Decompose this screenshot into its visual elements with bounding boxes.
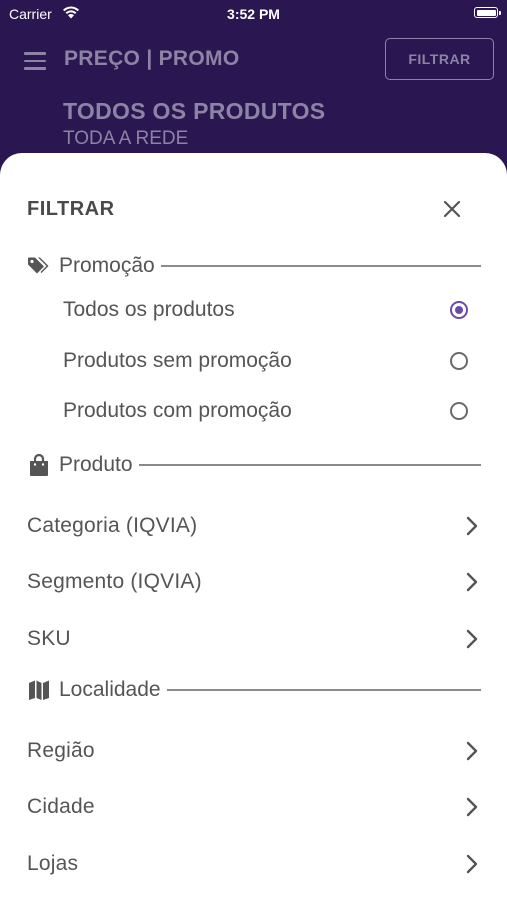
hamburger-menu-icon[interactable] <box>24 52 46 75</box>
nav-item-label: Categoria (IQVIA) <box>27 514 198 537</box>
radio-button[interactable] <box>450 352 468 370</box>
nav-item-label: Cidade <box>27 795 95 818</box>
page-title: PREÇO | PROMO <box>64 47 240 70</box>
shopping-bag-icon <box>27 453 51 477</box>
filter-button[interactable]: FILTRAR <box>385 38 494 80</box>
chevron-right-icon <box>466 572 478 592</box>
tags-icon <box>27 254 51 278</box>
radio-option-all-products[interactable]: Todos os produtos <box>63 293 473 327</box>
divider <box>166 689 481 691</box>
products-scope-title: TODOS OS PRODUTOS <box>63 98 326 124</box>
chevron-right-icon <box>466 516 478 536</box>
chevron-right-icon <box>466 629 478 649</box>
option-label: Produtos sem promoção <box>63 349 292 372</box>
close-icon[interactable] <box>440 197 464 221</box>
section-produto: Produto <box>27 450 481 480</box>
app-header: PREÇO | PROMO FILTRAR TODOS OS PRODUTOS … <box>0 28 507 158</box>
section-promocao: Promoção <box>27 251 481 281</box>
nav-item-regiao[interactable]: Região <box>27 731 479 771</box>
map-icon <box>27 678 51 702</box>
nav-item-cidade[interactable]: Cidade <box>27 787 479 827</box>
nav-item-segmento[interactable]: Segmento (IQVIA) <box>27 562 479 602</box>
network-scope-subtitle: TODA A REDE <box>63 128 189 149</box>
section-label: Produto <box>59 453 133 476</box>
chevron-right-icon <box>466 741 478 761</box>
status-bar: Carrier 3:52 PM <box>0 0 507 28</box>
nav-item-categoria[interactable]: Categoria (IQVIA) <box>27 506 479 546</box>
option-label: Produtos com promoção <box>63 399 292 422</box>
chevron-right-icon <box>466 854 478 874</box>
nav-item-label: Lojas <box>27 852 79 875</box>
nav-item-sku[interactable]: SKU <box>27 619 479 659</box>
nav-item-label: Segmento (IQVIA) <box>27 570 202 593</box>
nav-item-label: Região <box>27 739 95 762</box>
radio-button[interactable] <box>450 402 468 420</box>
radio-option-without-promo[interactable]: Produtos sem promoção <box>63 344 473 378</box>
radio-option-with-promo[interactable]: Produtos com promoção <box>63 394 473 428</box>
section-localidade: Localidade <box>27 675 481 705</box>
chevron-right-icon <box>466 797 478 817</box>
nav-item-lojas[interactable]: Lojas <box>27 844 479 884</box>
filter-sheet: FILTRAR Promoção Todos os produtos Produ… <box>0 153 507 900</box>
clock: 3:52 PM <box>227 6 280 22</box>
option-label: Todos os produtos <box>63 298 235 321</box>
section-label: Promoção <box>59 254 155 277</box>
nav-item-label: SKU <box>27 627 71 650</box>
divider <box>138 464 481 466</box>
divider <box>160 265 481 267</box>
sheet-title: FILTRAR <box>27 198 115 220</box>
section-label: Localidade <box>59 678 161 701</box>
radio-button-checked[interactable] <box>450 301 468 319</box>
battery-icon <box>474 7 501 18</box>
